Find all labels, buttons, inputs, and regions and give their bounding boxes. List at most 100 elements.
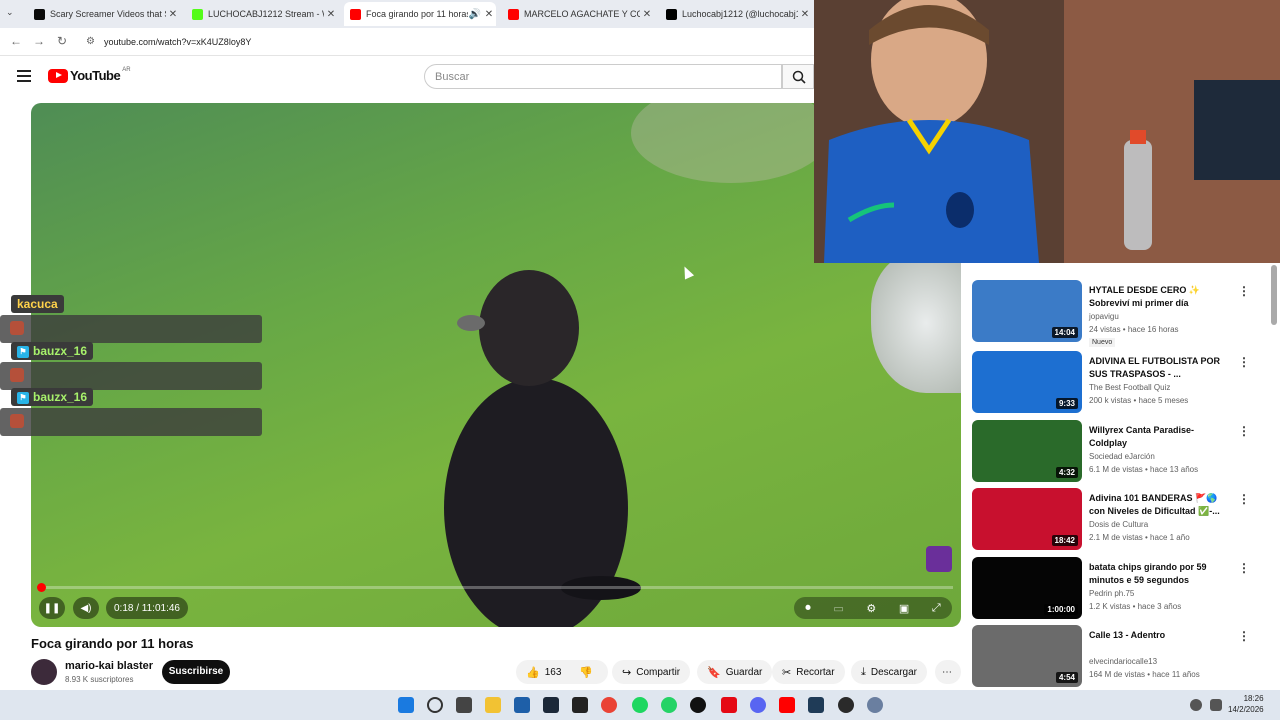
- progress-knob[interactable]: [37, 583, 46, 592]
- browser-tab-active[interactable]: Foca girando por 11 horas 🔊 ✕: [344, 2, 496, 26]
- obs-icon[interactable]: [838, 697, 854, 713]
- more-vertical-icon[interactable]: ⋮: [1238, 355, 1250, 369]
- browser-tab[interactable]: MARCELO AGACHATE Y CONO ✕: [502, 2, 654, 26]
- epic-games-icon[interactable]: [572, 697, 588, 713]
- list-item[interactable]: 9:33 ADIVINA EL FUTBOLISTA POR SUS TRASP…: [972, 351, 1272, 415]
- list-item[interactable]: 14:04 HYTALE DESDE CERO ✨ Sobreviví mi p…: [972, 280, 1272, 347]
- netflix-icon[interactable]: [721, 697, 737, 713]
- whatsapp-icon[interactable]: [661, 697, 677, 713]
- miniplayer-icon[interactable]: ▣: [899, 602, 909, 615]
- video-thumbnail[interactable]: 9:33: [972, 351, 1082, 413]
- like-count[interactable]: 163: [545, 667, 562, 678]
- rec-channel[interactable]: elvecindariocalle13: [1089, 657, 1157, 666]
- rec-title[interactable]: Willyrex Canta Paradise-Coldplay: [1089, 424, 1229, 450]
- list-item[interactable]: 18:42 Adivina 101 BANDERAS 🚩🌎 con Nivele…: [972, 488, 1272, 552]
- scrollbar[interactable]: [1271, 263, 1277, 690]
- site-info-icon[interactable]: ⚙: [86, 36, 95, 47]
- store-icon[interactable]: [514, 697, 530, 713]
- subscribe-button[interactable]: Suscribirse: [162, 660, 230, 684]
- thumbs-up-icon[interactable]: 👍: [526, 666, 540, 679]
- url-field[interactable]: youtube.com/watch?v=xK4UZ8loy8Y: [104, 37, 251, 47]
- video-thumbnail[interactable]: 1:00:00: [972, 557, 1082, 619]
- tab-close-icon[interactable]: ✕: [166, 9, 180, 20]
- youtube-logo[interactable]: YouTube AR: [48, 67, 131, 83]
- rec-channel[interactable]: Dosis de Cultura: [1089, 520, 1148, 529]
- volume-icon[interactable]: [1210, 699, 1222, 711]
- windows-start-icon[interactable]: [398, 697, 414, 713]
- reload-icon[interactable]: ↻: [57, 34, 67, 48]
- subscriber-count: 8.93 K suscriptores: [65, 675, 134, 684]
- list-item[interactable]: 4:54 Calle 13 - Adentro elvecindariocall…: [972, 625, 1272, 689]
- browser-tab[interactable]: LUCHOCABJ1212 Stream - Wat ✕: [186, 2, 338, 26]
- back-arrow-icon[interactable]: ←: [10, 34, 22, 48]
- fullscreen-icon[interactable]: ⤢: [932, 602, 941, 615]
- download-button[interactable]: ⤓ Descargar: [851, 660, 928, 684]
- bookmark-icon: 🔖: [707, 666, 721, 679]
- autoplay-toggle-icon[interactable]: ⏺: [805, 602, 811, 615]
- channel-name[interactable]: mario-kai blaster: [65, 660, 153, 672]
- more-actions-button[interactable]: ⋯: [935, 660, 961, 684]
- share-button[interactable]: ↪ Compartir: [612, 660, 691, 684]
- search-icon[interactable]: [427, 697, 443, 713]
- video-thumbnail[interactable]: 18:42: [972, 488, 1082, 550]
- rec-title[interactable]: batata chips girando por 59 minutos e 59…: [1089, 561, 1229, 587]
- chrome-icon[interactable]: [601, 697, 617, 713]
- progress-bar[interactable]: [37, 583, 953, 592]
- file-explorer-icon[interactable]: [485, 697, 501, 713]
- tab-title: Foca girando por 11 horas: [366, 9, 468, 19]
- list-item[interactable]: 4:32 Willyrex Canta Paradise-Coldplay So…: [972, 420, 1272, 484]
- tab-search-menu-icon[interactable]: ⌄: [6, 7, 14, 18]
- more-vertical-icon[interactable]: ⋮: [1238, 284, 1250, 298]
- more-vertical-icon[interactable]: ⋮: [1238, 492, 1250, 506]
- rec-title[interactable]: Adivina 101 BANDERAS 🚩🌎 con Niveles de D…: [1089, 492, 1229, 518]
- rec-channel[interactable]: jopavigu: [1089, 312, 1119, 321]
- rec-title[interactable]: ADIVINA EL FUTBOLISTA POR SUS TRASPASOS …: [1089, 355, 1229, 381]
- app-icon[interactable]: [808, 697, 824, 713]
- chatgpt-icon[interactable]: [690, 697, 706, 713]
- scrollbar-thumb[interactable]: [1271, 265, 1277, 325]
- more-vertical-icon[interactable]: ⋮: [1238, 629, 1250, 643]
- thumbs-down-icon[interactable]: 👎: [579, 666, 593, 679]
- discord-icon[interactable]: [750, 697, 766, 713]
- pause-button[interactable]: ❚❚: [39, 597, 65, 619]
- youtube-icon[interactable]: [779, 697, 795, 713]
- video-thumbnail[interactable]: 4:32: [972, 420, 1082, 482]
- more-vertical-icon[interactable]: ⋮: [1238, 561, 1250, 575]
- wifi-icon[interactable]: [1190, 699, 1202, 711]
- settings-gear-icon[interactable]: ⚙: [866, 602, 876, 615]
- forward-arrow-icon[interactable]: →: [33, 34, 45, 48]
- search-input[interactable]: Buscar: [424, 64, 782, 89]
- video-thumbnail[interactable]: 14:04: [972, 280, 1082, 342]
- tab-audio-icon[interactable]: 🔊: [468, 9, 482, 20]
- new-badge: Nuevo: [1089, 338, 1116, 347]
- system-clock[interactable]: 18:26 14/2/2026: [1228, 693, 1264, 715]
- tab-close-icon[interactable]: ✕: [324, 9, 338, 20]
- menu-icon[interactable]: [17, 70, 31, 85]
- rec-channel[interactable]: Pedrin ph.75: [1089, 589, 1134, 598]
- chat-username: bauzx_16: [33, 390, 88, 404]
- spotify-icon[interactable]: [632, 697, 648, 713]
- channel-avatar[interactable]: [31, 659, 57, 685]
- rec-title[interactable]: HYTALE DESDE CERO ✨ Sobreviví mi primer …: [1089, 284, 1229, 310]
- tab-close-icon[interactable]: ✕: [640, 9, 654, 20]
- list-item[interactable]: 1:00:00 batata chips girando por 59 minu…: [972, 557, 1272, 621]
- tab-close-icon[interactable]: ✕: [482, 9, 496, 20]
- browser-tab[interactable]: Scary Screamer Videos that Sta ✕: [28, 2, 180, 26]
- channel-watermark[interactable]: [926, 546, 952, 572]
- rec-channel[interactable]: The Best Football Quiz: [1089, 383, 1170, 392]
- duration-badge: 4:32: [1055, 467, 1078, 478]
- volume-button[interactable]: ◀): [73, 597, 99, 619]
- subtitles-icon[interactable]: ▭: [833, 602, 843, 615]
- more-vertical-icon[interactable]: ⋮: [1238, 424, 1250, 438]
- tab-close-icon[interactable]: ✕: [798, 9, 812, 20]
- browser-tab[interactable]: Luchocabj1212 (@luchocabj19 ✕: [660, 2, 812, 26]
- rec-channel[interactable]: Sociedad eJarción: [1089, 452, 1155, 461]
- settings-gear-icon[interactable]: [867, 697, 883, 713]
- save-button[interactable]: 🔖 Guardar: [697, 660, 773, 684]
- steam-icon[interactable]: [543, 697, 559, 713]
- video-thumbnail[interactable]: 4:54: [972, 625, 1082, 687]
- search-button[interactable]: [782, 64, 814, 89]
- clip-button[interactable]: ✂ Recortar: [772, 660, 845, 684]
- rec-title[interactable]: Calle 13 - Adentro: [1089, 629, 1229, 642]
- task-view-icon[interactable]: [456, 697, 472, 713]
